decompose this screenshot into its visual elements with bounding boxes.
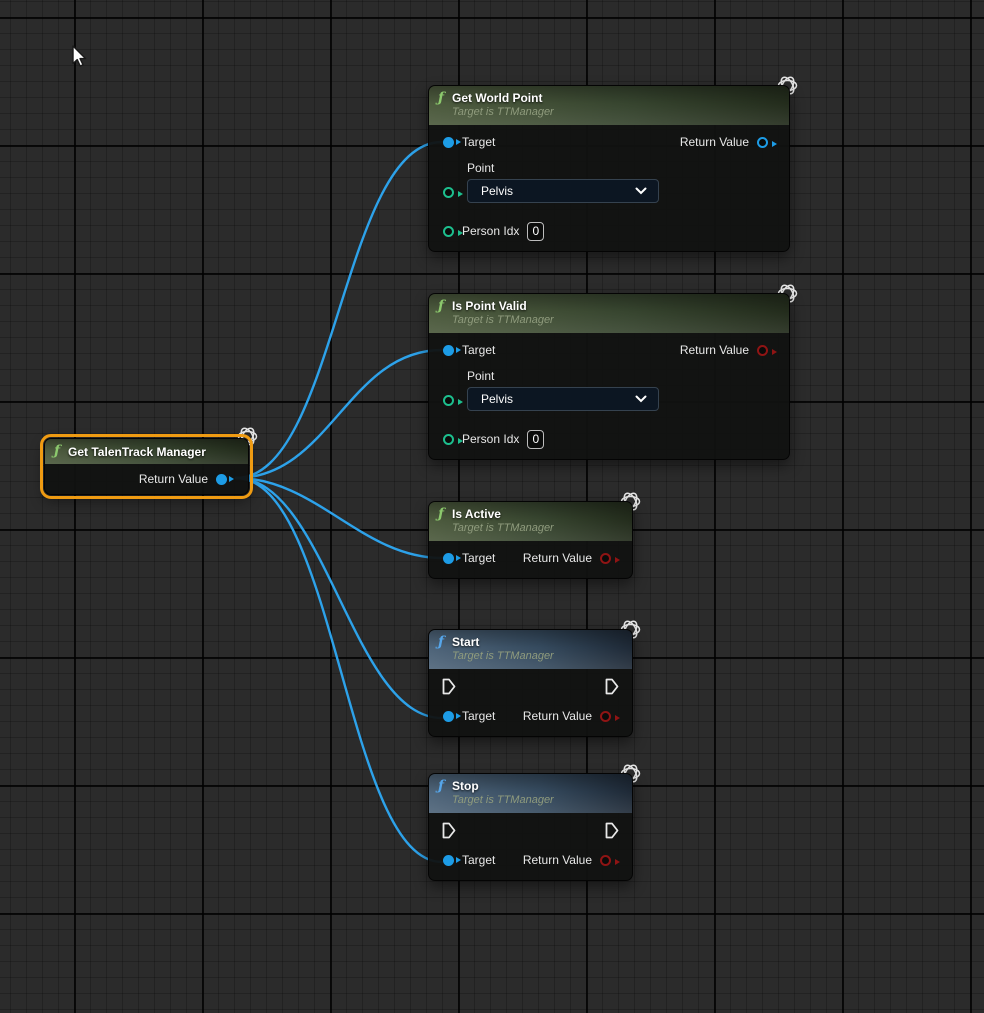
node-header[interactable]: ƒ Is Active Target is TTManager [429,502,632,541]
node-header[interactable]: ƒ Stop Target is TTManager [429,774,632,813]
node-get-talentrack-manager[interactable]: ƒ Get TalenTrack Manager Return Value [44,438,249,495]
node-header[interactable]: ƒ Start Target is TTManager [429,630,632,669]
target-input-pin[interactable] [443,137,454,148]
function-icon: ƒ [438,91,444,106]
mouse-cursor-icon [66,43,88,69]
node-is-point-valid[interactable]: ƒ Is Point Valid Target is TTManager Tar… [428,293,790,460]
wire-manager-to-stop[interactable] [236,478,442,862]
function-icon: ƒ [54,444,60,459]
wire-manager-to-get-world-point[interactable] [236,142,442,478]
pin-label: Target [462,551,495,565]
function-icon: ƒ [438,635,444,650]
pin-label: Return Value [680,135,749,149]
function-icon: ƒ [438,507,444,522]
node-stop[interactable]: ƒ Stop Target is TTManager Target Return… [428,773,633,881]
pin-label: Return Value [139,472,208,486]
point-input-pin[interactable] [443,395,454,406]
node-title: Get World Point [452,91,554,105]
return-value-output-pin[interactable] [600,711,611,722]
pin-label: Point [467,370,659,383]
exec-output-pin[interactable] [605,678,619,695]
node-get-world-point[interactable]: ƒ Get World Point Target is TTManager Ta… [428,85,790,252]
node-header[interactable]: ƒ Is Point Valid Target is TTManager [429,294,789,333]
pin-label: Target [462,343,495,357]
exec-output-pin[interactable] [605,822,619,839]
return-value-output-pin[interactable] [216,474,227,485]
pin-label: Return Value [523,709,592,723]
node-title: Stop [452,779,554,793]
blueprint-graph-canvas[interactable]: ƒ Get World Point Target is TTManager Ta… [0,0,984,1013]
return-value-output-pin[interactable] [600,553,611,564]
node-subtitle: Target is TTManager [452,522,554,535]
point-enum-dropdown[interactable]: Pelvis [467,179,659,203]
node-title: Start [452,635,554,649]
person-idx-value-field[interactable]: 0 [527,222,544,241]
node-title: Is Point Valid [452,299,554,313]
return-value-output-pin[interactable] [757,137,768,148]
return-value-output-pin[interactable] [600,855,611,866]
pin-label: Point [467,162,659,175]
dropdown-selected-value: Pelvis [481,184,513,198]
function-icon: ƒ [438,299,444,314]
node-subtitle: Target is TTManager [452,106,554,119]
function-icon: ƒ [438,779,444,794]
target-input-pin[interactable] [443,345,454,356]
pin-label: Target [462,853,495,867]
point-input-pin[interactable] [443,187,454,198]
person-idx-input-pin[interactable] [443,226,454,237]
person-idx-input-pin[interactable] [443,434,454,445]
point-enum-dropdown[interactable]: Pelvis [467,387,659,411]
pin-label: Target [462,709,495,723]
target-input-pin[interactable] [443,711,454,722]
wire-manager-to-is-point-valid[interactable] [236,350,442,478]
pin-label: Return Value [523,551,592,565]
node-subtitle: Target is TTManager [452,650,554,663]
exec-input-pin[interactable] [442,822,456,839]
node-header[interactable]: ƒ Get World Point Target is TTManager [429,86,789,125]
node-title: Is Active [452,507,554,521]
target-input-pin[interactable] [443,855,454,866]
wire-manager-to-start[interactable] [236,478,442,718]
node-is-active[interactable]: ƒ Is Active Target is TTManager Target R… [428,501,633,579]
pin-label: Person Idx [462,432,519,446]
target-input-pin[interactable] [443,553,454,564]
person-idx-value-field[interactable]: 0 [527,430,544,449]
pin-label: Return Value [523,853,592,867]
node-subtitle: Target is TTManager [452,794,554,807]
chevron-down-icon [635,395,647,403]
node-subtitle: Target is TTManager [452,314,554,327]
exec-input-pin[interactable] [442,678,456,695]
return-value-output-pin[interactable] [757,345,768,356]
node-title: Get TalenTrack Manager [68,445,206,459]
node-start[interactable]: ƒ Start Target is TTManager Target Retur… [428,629,633,737]
wire-manager-to-is-active[interactable] [236,478,442,558]
pin-label: Target [462,135,495,149]
dropdown-selected-value: Pelvis [481,392,513,406]
chevron-down-icon [635,187,647,195]
pin-label: Return Value [680,343,749,357]
node-header[interactable]: ƒ Get TalenTrack Manager [45,439,248,464]
pin-label: Person Idx [462,224,519,238]
